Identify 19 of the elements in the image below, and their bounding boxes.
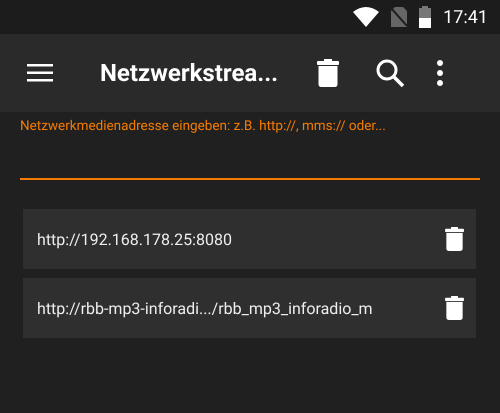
address-field[interactable]: Netzwerkmedienadresse eingeben: z.B. http://, mms:// oder... (20, 112, 480, 180)
wifi-icon (353, 7, 380, 27)
no-sim-icon (391, 7, 408, 27)
clock-time: 17:41 (443, 6, 488, 28)
search-icon (375, 58, 406, 88)
stream-url: http://rbb-mp3-inforadi.../rbb_mp3_inforadio_m (37, 298, 374, 318)
screen-title: Netzwerkstrea... (100, 59, 278, 87)
stream-url: http://192.168.178.25:8080 (37, 230, 234, 248)
history-item[interactable]: http://rbb-mp3-inforadi.../rbb_mp3_inforadio_m (23, 278, 476, 338)
delete-item-button[interactable] (445, 296, 464, 320)
trash-icon (317, 59, 340, 87)
battery-icon (419, 6, 432, 28)
more-icon (437, 60, 444, 86)
history-item[interactable]: http://192.168.178.25:8080 (23, 209, 476, 269)
delete-item-button[interactable] (445, 227, 464, 251)
field-label: Netzwerkmedienadresse eingeben: z.B. http://, mms:// oder... (20, 118, 387, 134)
menu-icon (27, 64, 53, 82)
trash-icon (445, 296, 464, 320)
trash-icon (445, 227, 464, 251)
